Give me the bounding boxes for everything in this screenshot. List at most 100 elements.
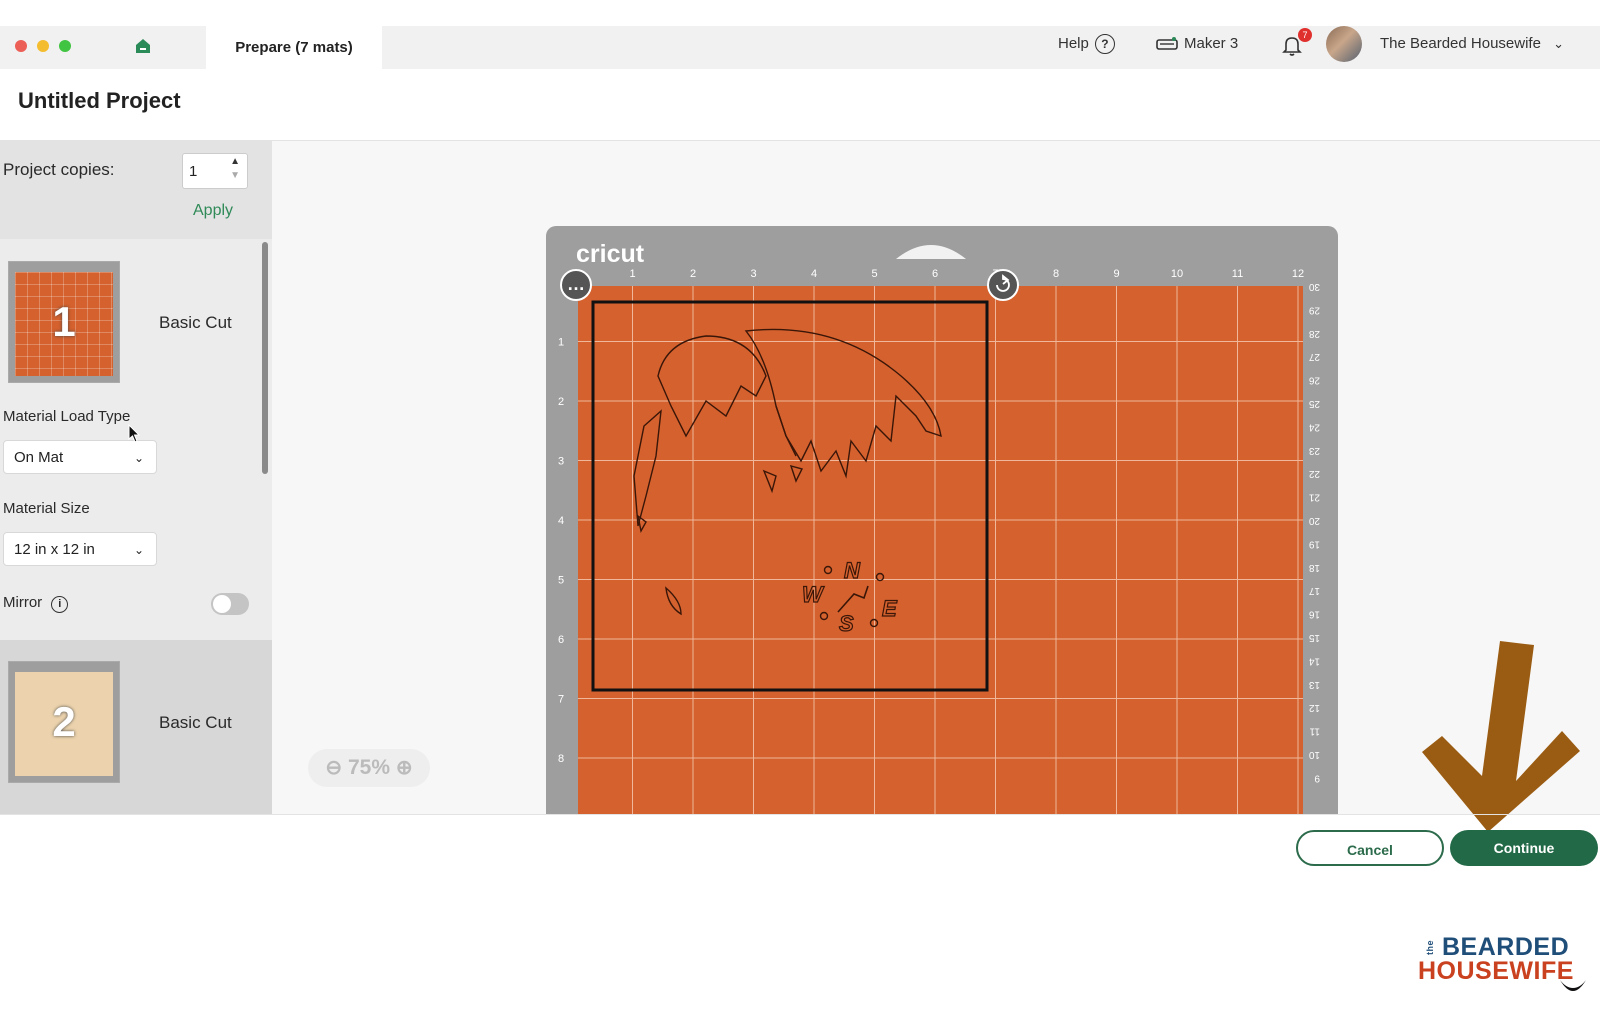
user-menu[interactable]: The Bearded Housewife ⌄ (1380, 26, 1564, 62)
zoom-control: ⊖ 75% ⊕ (308, 749, 430, 787)
close-window-button[interactable] (15, 40, 27, 52)
zoom-level: 75% (347, 756, 391, 779)
ruler-tick-left: 1 (558, 337, 564, 349)
ruler-tick-right: 27 (1308, 351, 1320, 362)
ruler-tick-top: 4 (811, 268, 817, 280)
help-button[interactable]: Help? (1058, 26, 1115, 62)
ruler-tick-right: 17 (1308, 585, 1320, 596)
mirror-text: Mirror (3, 594, 43, 611)
chevron-down-icon: ⌄ (133, 543, 144, 557)
watermark-logo: the BEARDED HOUSEWIFE (1418, 935, 1588, 984)
material-size-label: Material Size (3, 500, 90, 517)
material-size-value: 12 in x 12 in (14, 541, 95, 558)
ruler-tick-right: 11 (1309, 726, 1320, 737)
mouse-cursor-icon (128, 424, 141, 443)
ruler-tick-top: 5 (871, 268, 877, 280)
mat-2-thumbnail[interactable]: 2 (8, 661, 120, 783)
material-load-label: Material Load Type (3, 408, 131, 425)
watermark-small: the (1425, 940, 1435, 955)
machine-icon (1156, 37, 1178, 50)
copies-input[interactable]: 1 ▲ ▼ (182, 153, 248, 189)
ruler-tick-right: 26 (1308, 375, 1320, 386)
panel-scrollbar[interactable] (262, 242, 268, 474)
maximize-window-button[interactable] (59, 40, 71, 52)
chevron-down-icon: ⌄ (1553, 36, 1565, 51)
zoom-out-icon[interactable]: ⊖ (325, 757, 342, 779)
mat-1-thumbnail[interactable]: 1 (8, 261, 120, 383)
avatar[interactable] (1326, 26, 1362, 62)
ruler-tick-right: 15 (1308, 632, 1320, 643)
ruler-tick-left: 7 (558, 694, 564, 706)
ruler-tick-right: 13 (1308, 679, 1320, 690)
apply-button[interactable]: Apply (193, 202, 233, 220)
svg-text:…: … (567, 274, 585, 294)
ruler-tick-right: 25 (1308, 398, 1320, 409)
material-size-select[interactable]: 12 in x 12 in ⌄ (3, 532, 157, 566)
compass-letter-w: W (802, 582, 825, 607)
ruler-tick-left: 3 (558, 456, 564, 468)
ruler-tick-right: 29 (1308, 304, 1320, 315)
ruler-tick-top: 9 (1113, 268, 1119, 280)
ruler-tick-right: 10 (1308, 749, 1320, 760)
mat-2-number: 2 (52, 698, 76, 745)
mirror-label: Mirror i (3, 594, 69, 613)
mat-2-label: Basic Cut (159, 713, 232, 732)
ruler-tick-left: 5 (558, 575, 564, 587)
chevron-down-icon: ⌄ (133, 451, 144, 465)
ruler-tick-top: 8 (1053, 268, 1059, 280)
rotate-icon[interactable] (987, 269, 1019, 301)
material-load-value: On Mat (14, 449, 64, 466)
ruler-tick-right: 28 (1308, 328, 1320, 339)
home-icon[interactable] (135, 38, 151, 54)
mat-1-label: Basic Cut (159, 313, 232, 332)
ruler-tick-right: 12 (1308, 702, 1320, 713)
ruler-tick-right: 19 (1308, 538, 1320, 549)
machine-label: Maker 3 (1184, 35, 1239, 52)
tab-prepare[interactable]: Prepare (7 mats) (206, 26, 382, 69)
zoom-in-icon[interactable]: ⊕ (396, 757, 413, 779)
ruler-tick-right: 21 (1308, 492, 1320, 503)
watermark-line-1: the BEARDED (1418, 935, 1588, 960)
ruler-tick-top: 10 (1171, 268, 1183, 280)
help-label: Help (1058, 35, 1089, 52)
ruler-tick-top: 2 (690, 268, 696, 280)
copies-value: 1 (189, 163, 198, 180)
ruler-tick-right: 22 (1308, 468, 1320, 479)
ruler-tick-right: 20 (1308, 515, 1320, 526)
copies-label: Project copies: (3, 160, 115, 179)
ruler-tick-right: 18 (1308, 562, 1320, 573)
user-name: The Bearded Housewife (1380, 35, 1541, 52)
ruler-tick-right: 9 (1314, 772, 1320, 783)
material-load-select[interactable]: On Mat ⌄ (3, 440, 157, 474)
ruler-tick-left: 2 (558, 396, 564, 408)
cricut-logo: cricut (576, 240, 645, 268)
mirror-toggle[interactable] (211, 593, 249, 615)
footer-divider (0, 814, 1600, 815)
ruler-tick-left: 6 (558, 634, 564, 646)
continue-button[interactable]: Continue (1450, 830, 1598, 866)
ruler-tick-right: 16 (1308, 609, 1320, 620)
stepper-down-icon[interactable]: ▼ (230, 158, 240, 194)
ruler-tick-left: 4 (558, 515, 564, 527)
ruler-tick-right: 23 (1308, 445, 1320, 456)
info-icon[interactable]: i (51, 596, 69, 613)
compass-letter-e: E (882, 596, 898, 621)
compass-letter-n: N (844, 558, 861, 583)
page-title: Untitled Project (18, 88, 181, 113)
compass-letter-s: S (839, 611, 854, 636)
notification-badge: 7 (1298, 28, 1312, 42)
ruler-tick-top: 12 (1292, 268, 1304, 280)
ruler-tick-left: 8 (558, 753, 564, 765)
cutting-mat[interactable]: cricut 123456789101112 12345678 30292827… (546, 226, 1338, 814)
cancel-button[interactable]: Cancel (1296, 830, 1444, 866)
ruler-tick-right: 30 (1308, 281, 1320, 292)
machine-selector[interactable]: Maker 3 (1156, 26, 1238, 62)
beard-icon (1560, 980, 1586, 991)
help-icon: ? (1094, 34, 1115, 55)
ruler-tick-top: 3 (750, 268, 756, 280)
ruler-tick-top: 11 (1232, 268, 1243, 280)
mat-1-number: 1 (52, 298, 76, 345)
ruler-tick-top: 6 (932, 268, 938, 280)
arrow-annotation (1422, 641, 1580, 832)
minimize-window-button[interactable] (37, 40, 49, 52)
